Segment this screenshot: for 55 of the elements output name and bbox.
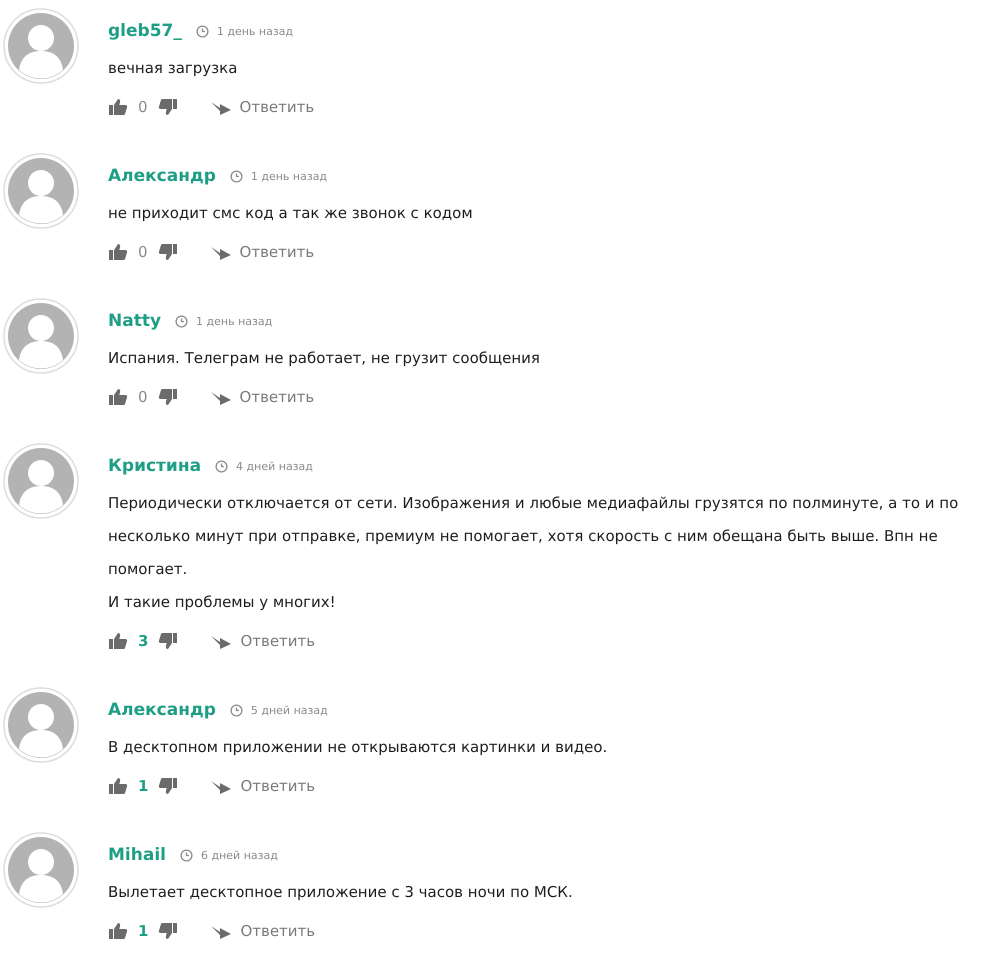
reply-button[interactable]: Ответить: [210, 632, 316, 650]
author-name[interactable]: Александр: [108, 700, 216, 720]
comment-text: В десктопном приложении не открываются картинки и видео.: [108, 737, 608, 758]
thumbs-up-icon[interactable]: [108, 243, 128, 261]
thumbs-down-icon[interactable]: [158, 243, 178, 261]
thumbs-down-icon[interactable]: [158, 388, 178, 406]
vote-count: 0: [138, 388, 148, 406]
vote-count: 0: [138, 98, 148, 116]
clock-icon: [230, 170, 243, 182]
comment-text: И такие проблемы у многих!: [108, 592, 337, 613]
vote-count: 1: [138, 922, 148, 940]
thumbs-down-icon[interactable]: [158, 632, 178, 650]
comment-time: 5 дней назад: [250, 704, 328, 716]
comment-text: не приходит смс код а так же звонок с кодом: [108, 203, 474, 224]
vote-count: 0: [138, 243, 148, 261]
clock-icon: [175, 314, 188, 328]
avatar-icon: [3, 8, 79, 84]
author-name[interactable]: gleb57_: [108, 21, 182, 41]
reply-button[interactable]: Ответить: [210, 777, 316, 795]
avatar-icon: [3, 687, 79, 763]
comment-time: 4 дней назад: [236, 460, 313, 472]
avatar-icon: [3, 832, 79, 908]
clock-icon: [230, 704, 243, 716]
author-name[interactable]: Mihail: [108, 845, 166, 865]
thumbs-up-icon[interactable]: [108, 388, 128, 406]
thumbs-down-icon[interactable]: [158, 98, 178, 116]
reply-button[interactable]: Ответить: [210, 243, 314, 261]
thumbs-down-icon[interactable]: [158, 922, 178, 940]
thumbs-up-icon[interactable]: [108, 777, 128, 795]
reply-button[interactable]: Ответить: [210, 98, 314, 116]
comment-text: Испания. Телеграм не работает, не грузит сообщения: [108, 348, 541, 369]
author-name[interactable]: Александр: [108, 166, 216, 186]
comment-time: 1 день назад: [250, 170, 328, 182]
thumbs-up-icon[interactable]: [108, 632, 128, 650]
avatar-icon: [3, 443, 79, 519]
thumbs-down-icon[interactable]: [158, 777, 178, 795]
comment-time: 1 день назад: [196, 314, 272, 328]
comment-text: Вылетает десктопное приложение с 3 часов ночи по МСК.: [108, 882, 574, 903]
comment-text: вечная загрузка: [108, 58, 238, 79]
comment-time: 6 дней назад: [200, 848, 278, 862]
comment-text: Периодически отключается от сети. Изображения и любые медиафайлы грузятся по полминуте, а то и по несколько минут при отправке, премиум не помогает, хотя скорость с ним обещана быть выше. Впн не помогает.: [108, 493, 960, 580]
thumbs-up-icon[interactable]: [108, 922, 128, 940]
clock-icon: [196, 24, 209, 38]
author-name[interactable]: Кристина: [108, 456, 202, 476]
comment-time: 1 день назад: [216, 24, 294, 38]
vote-count: 1: [138, 777, 148, 795]
reply-button[interactable]: Ответить: [210, 922, 316, 940]
reply-button[interactable]: Ответить: [210, 388, 314, 406]
avatar-icon: [3, 153, 79, 229]
vote-count: 3: [138, 632, 148, 650]
clock-icon: [180, 848, 193, 862]
thumbs-up-icon[interactable]: [108, 98, 128, 116]
author-name[interactable]: Natty: [108, 311, 162, 331]
clock-icon: [215, 460, 228, 472]
avatar-icon: [3, 298, 79, 374]
